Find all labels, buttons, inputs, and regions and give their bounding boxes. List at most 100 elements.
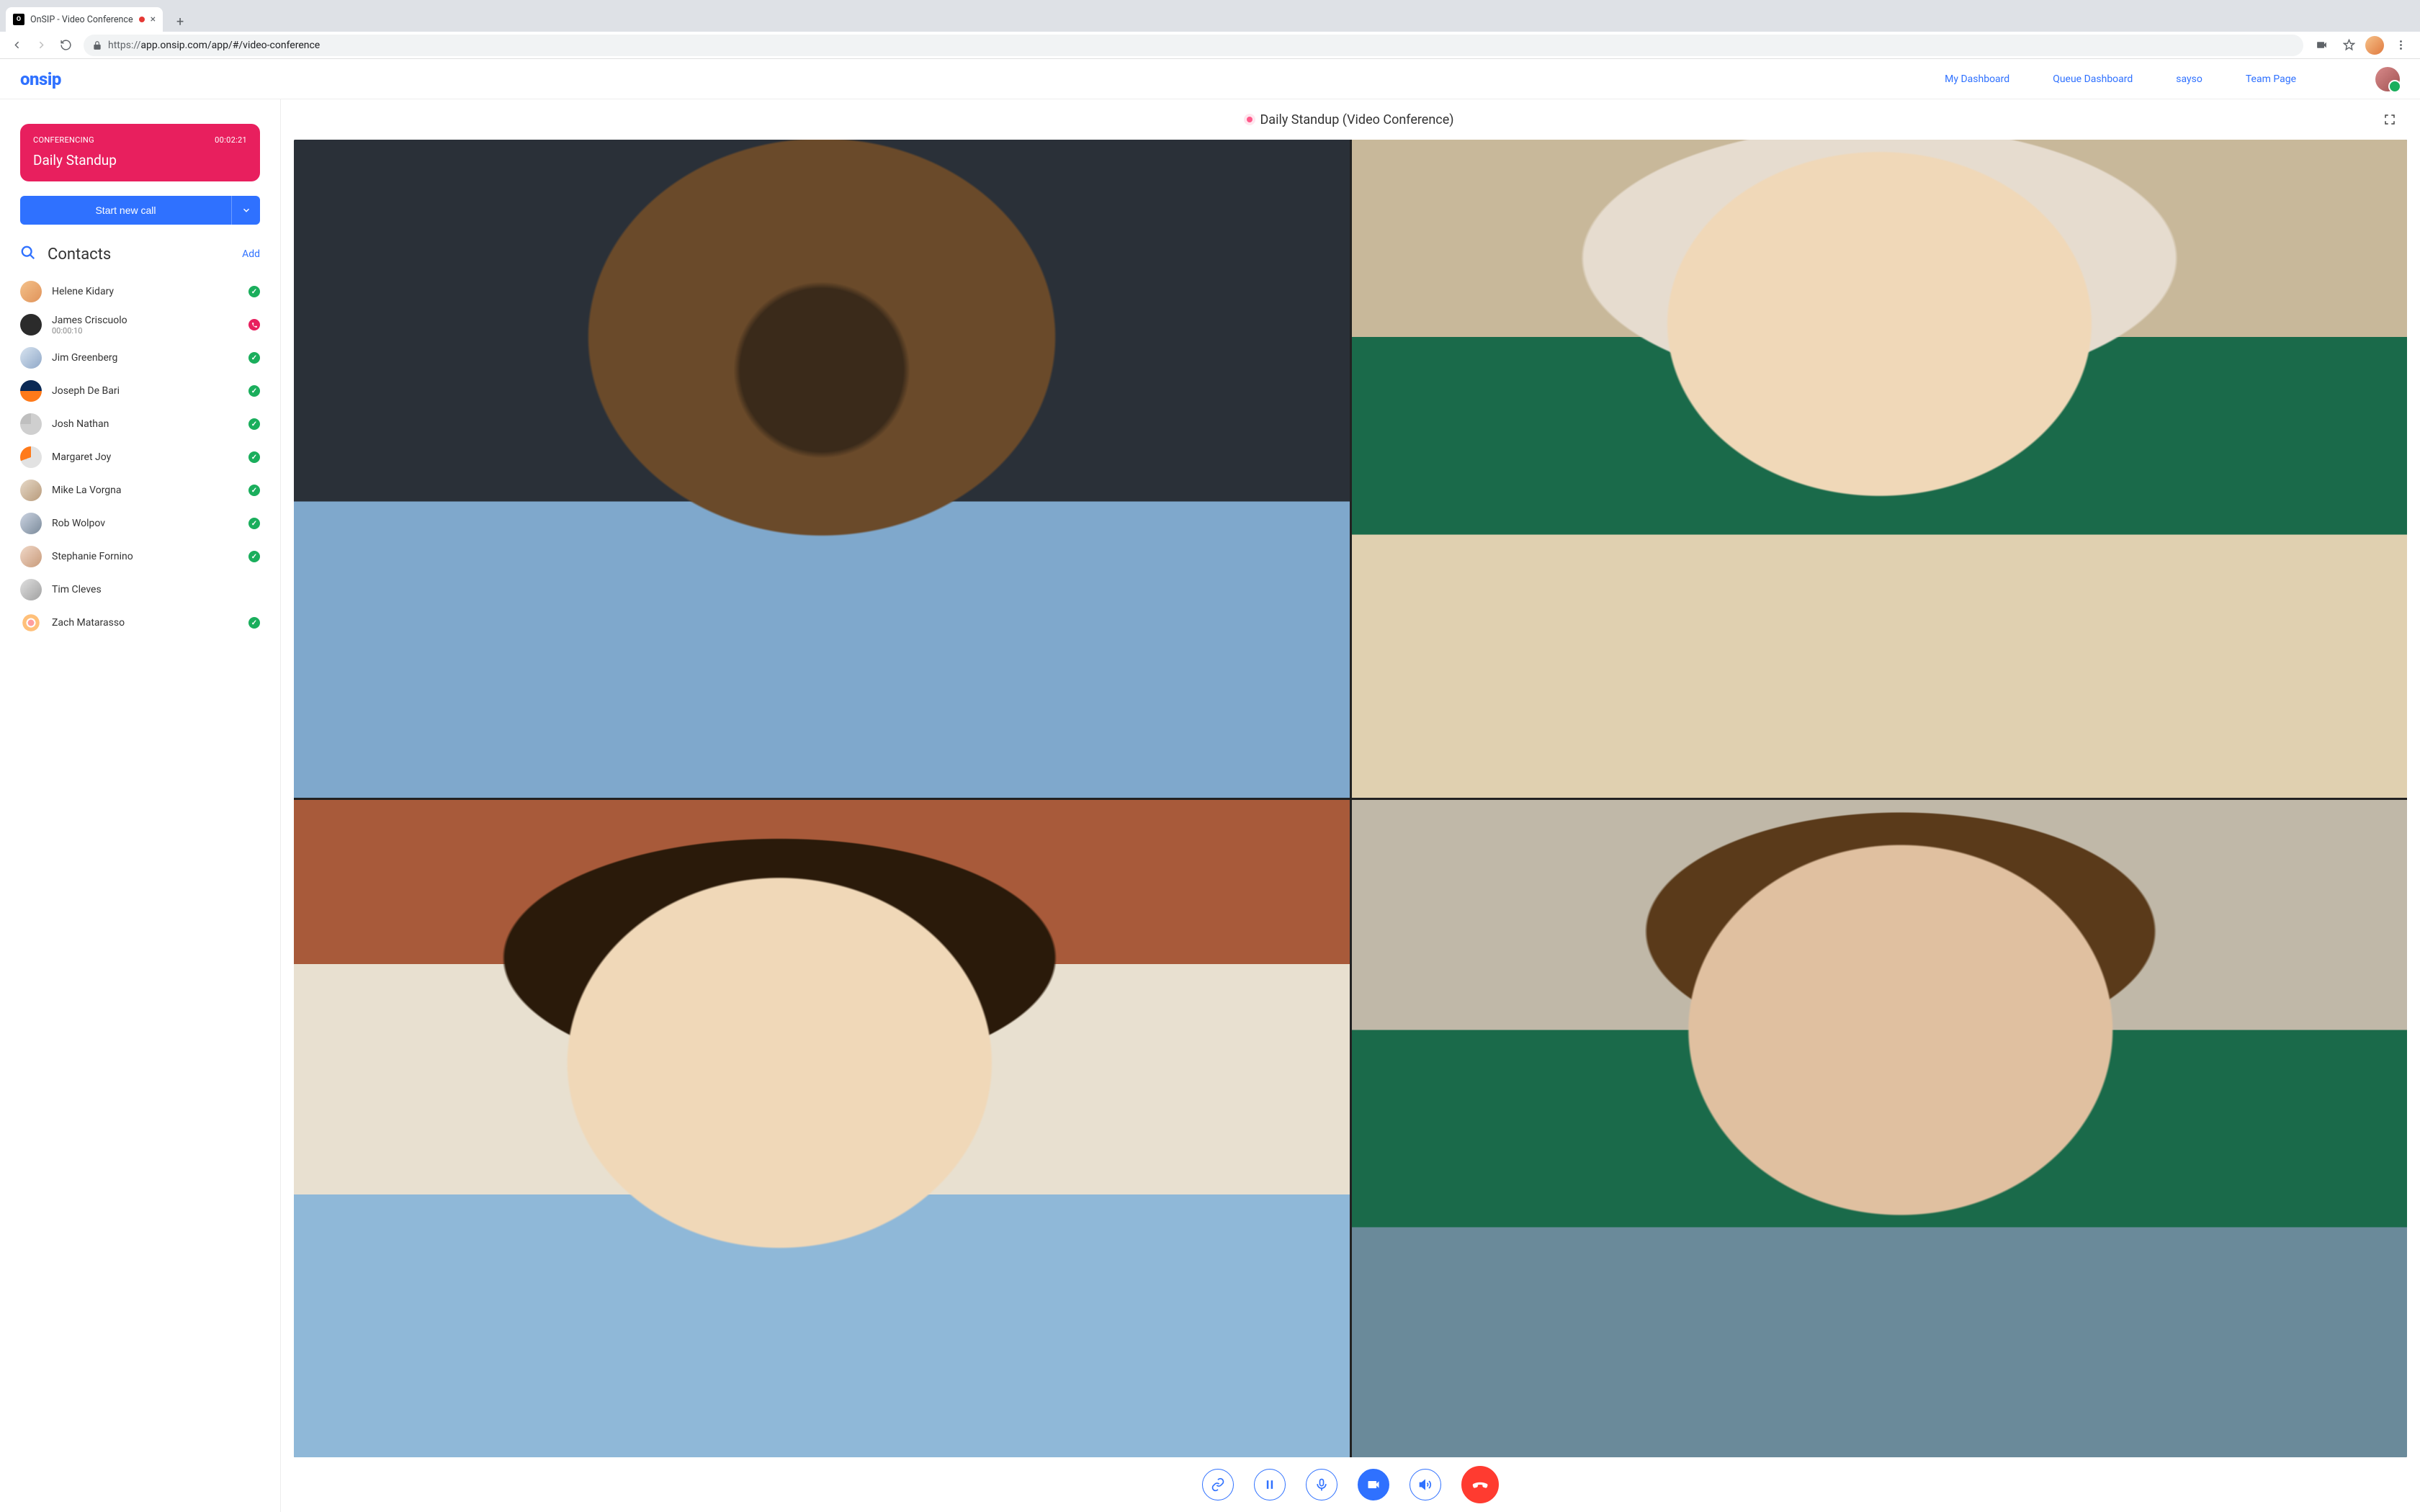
hangup-icon bbox=[1471, 1475, 1489, 1494]
contact-row[interactable]: Zach Matarasso bbox=[20, 606, 260, 639]
conference-title: Daily Standup bbox=[33, 152, 247, 168]
video-tile[interactable] bbox=[294, 800, 1350, 1458]
status-available-icon bbox=[248, 418, 260, 430]
status-available-icon bbox=[248, 385, 260, 397]
contacts-heading: Contacts bbox=[48, 246, 111, 264]
contact-meta: Joseph De Bari bbox=[52, 385, 238, 397]
contact-name: Mike La Vorgna bbox=[52, 485, 238, 496]
contact-meta: Mike La Vorgna bbox=[52, 485, 238, 496]
browser-profile-avatar[interactable] bbox=[2365, 36, 2384, 55]
add-contact-button[interactable]: Add bbox=[242, 248, 260, 260]
reload-button[interactable] bbox=[55, 35, 76, 56]
video-grid bbox=[294, 140, 2407, 1457]
camera-indicator-icon[interactable] bbox=[2311, 35, 2332, 56]
contact-meta: Zach Matarasso bbox=[52, 617, 238, 629]
microphone-icon bbox=[1314, 1477, 1329, 1492]
fullscreen-button[interactable] bbox=[2380, 109, 2400, 130]
contact-row[interactable]: Tim Cleves bbox=[20, 573, 260, 606]
conference-header-title: Daily Standup (Video Conference) bbox=[1260, 112, 1453, 127]
contact-name: Jim Greenberg bbox=[52, 352, 238, 364]
video-toggle-button[interactable] bbox=[1358, 1469, 1389, 1500]
forward-button[interactable] bbox=[30, 35, 52, 56]
contact-avatar bbox=[20, 380, 42, 402]
participant-video bbox=[1352, 800, 2408, 1458]
logo[interactable]: onsip bbox=[20, 69, 61, 89]
contact-row[interactable]: Stephanie Fornino bbox=[20, 540, 260, 573]
contact-row[interactable]: Rob Wolpov bbox=[20, 507, 260, 540]
status-on-call-icon bbox=[248, 319, 260, 330]
contact-name: James Criscuolo bbox=[52, 315, 238, 326]
url-path: app.onsip.com/app/#/video-conference bbox=[140, 40, 320, 51]
copy-link-button[interactable] bbox=[1202, 1469, 1234, 1500]
browser-toolbar: https://app.onsip.com/app/#/video-confer… bbox=[0, 32, 2420, 59]
contact-name: Josh Nathan bbox=[52, 418, 238, 430]
contact-name: Joseph De Bari bbox=[52, 385, 238, 397]
close-tab-icon[interactable]: × bbox=[151, 14, 156, 25]
nav-sayso[interactable]: sayso bbox=[2176, 73, 2202, 85]
pause-button[interactable] bbox=[1254, 1469, 1286, 1500]
tab-title: OnSIP - Video Conference bbox=[30, 14, 133, 25]
contact-row[interactable]: Joseph De Bari bbox=[20, 374, 260, 408]
start-new-call-button[interactable]: Start new call bbox=[20, 196, 231, 225]
active-conference-card[interactable]: CONFERENCING 00:02:21 Daily Standup bbox=[20, 124, 260, 181]
contact-name: Stephanie Fornino bbox=[52, 551, 238, 562]
search-icon[interactable] bbox=[20, 245, 36, 264]
contact-avatar bbox=[20, 314, 42, 336]
status-available-icon bbox=[248, 617, 260, 629]
contact-avatar bbox=[20, 281, 42, 302]
video-tile[interactable] bbox=[294, 140, 1350, 798]
start-call-dropdown-button[interactable] bbox=[231, 196, 260, 225]
call-controls bbox=[281, 1457, 2420, 1512]
contact-row[interactable]: Helene Kidary bbox=[20, 275, 260, 308]
contact-meta: Josh Nathan bbox=[52, 418, 238, 430]
contact-avatar bbox=[20, 513, 42, 534]
fullscreen-icon bbox=[2383, 113, 2396, 126]
video-tile[interactable] bbox=[1352, 140, 2408, 798]
conference-label: CONFERENCING bbox=[33, 135, 94, 145]
speaker-icon bbox=[1418, 1477, 1433, 1492]
new-tab-button[interactable]: + bbox=[170, 12, 190, 32]
nav-team-page[interactable]: Team Page bbox=[2246, 73, 2296, 85]
nav-queue-dashboard[interactable]: Queue Dashboard bbox=[2053, 73, 2133, 85]
hangup-button[interactable] bbox=[1461, 1466, 1499, 1503]
contact-row[interactable]: Jim Greenberg bbox=[20, 341, 260, 374]
contact-duration: 00:00:10 bbox=[52, 326, 238, 336]
contact-row[interactable]: Josh Nathan bbox=[20, 408, 260, 441]
status-available-icon bbox=[248, 551, 260, 562]
back-button[interactable] bbox=[6, 35, 27, 56]
contact-row[interactable]: Margaret Joy bbox=[20, 441, 260, 474]
contact-avatar bbox=[20, 579, 42, 600]
nav-my-dashboard[interactable]: My Dashboard bbox=[1945, 73, 2009, 85]
contacts-list: Helene Kidary James Criscuolo00:00:10 Jim … bbox=[20, 275, 260, 639]
participant-video bbox=[1352, 140, 2408, 798]
video-tile[interactable] bbox=[1352, 800, 2408, 1458]
link-icon bbox=[1211, 1477, 1225, 1492]
bookmark-button[interactable] bbox=[2338, 35, 2360, 56]
contact-name: Rob Wolpov bbox=[52, 518, 238, 529]
contact-meta: Rob Wolpov bbox=[52, 518, 238, 529]
contact-avatar bbox=[20, 413, 42, 435]
contact-avatar bbox=[20, 480, 42, 501]
audio-output-button[interactable] bbox=[1410, 1469, 1441, 1500]
url-scheme: https:// bbox=[108, 40, 140, 51]
conference-duration: 00:02:21 bbox=[215, 135, 247, 145]
browser-menu-button[interactable] bbox=[2390, 35, 2411, 56]
status-available-icon bbox=[248, 286, 260, 297]
pause-icon bbox=[1263, 1477, 1277, 1492]
contact-row[interactable]: James Criscuolo00:00:10 bbox=[20, 308, 260, 341]
status-available-icon bbox=[248, 485, 260, 496]
contact-avatar bbox=[20, 546, 42, 567]
contact-row[interactable]: Mike La Vorgna bbox=[20, 474, 260, 507]
participant-video bbox=[294, 800, 1350, 1458]
mute-button[interactable] bbox=[1306, 1469, 1337, 1500]
recording-indicator-icon bbox=[139, 17, 145, 22]
sidebar: CONFERENCING 00:02:21 Daily Standup Star… bbox=[0, 99, 281, 1512]
contact-meta: James Criscuolo00:00:10 bbox=[52, 315, 238, 336]
browser-tab[interactable]: O OnSIP - Video Conference × bbox=[6, 7, 163, 32]
address-bar[interactable]: https://app.onsip.com/app/#/video-confer… bbox=[84, 35, 2303, 56]
browser-tab-strip: O OnSIP - Video Conference × + bbox=[0, 0, 2420, 32]
contact-meta: Jim Greenberg bbox=[52, 352, 238, 364]
contact-name: Margaret Joy bbox=[52, 451, 238, 463]
user-avatar[interactable] bbox=[2375, 67, 2400, 91]
contact-meta: Helene Kidary bbox=[52, 286, 238, 297]
